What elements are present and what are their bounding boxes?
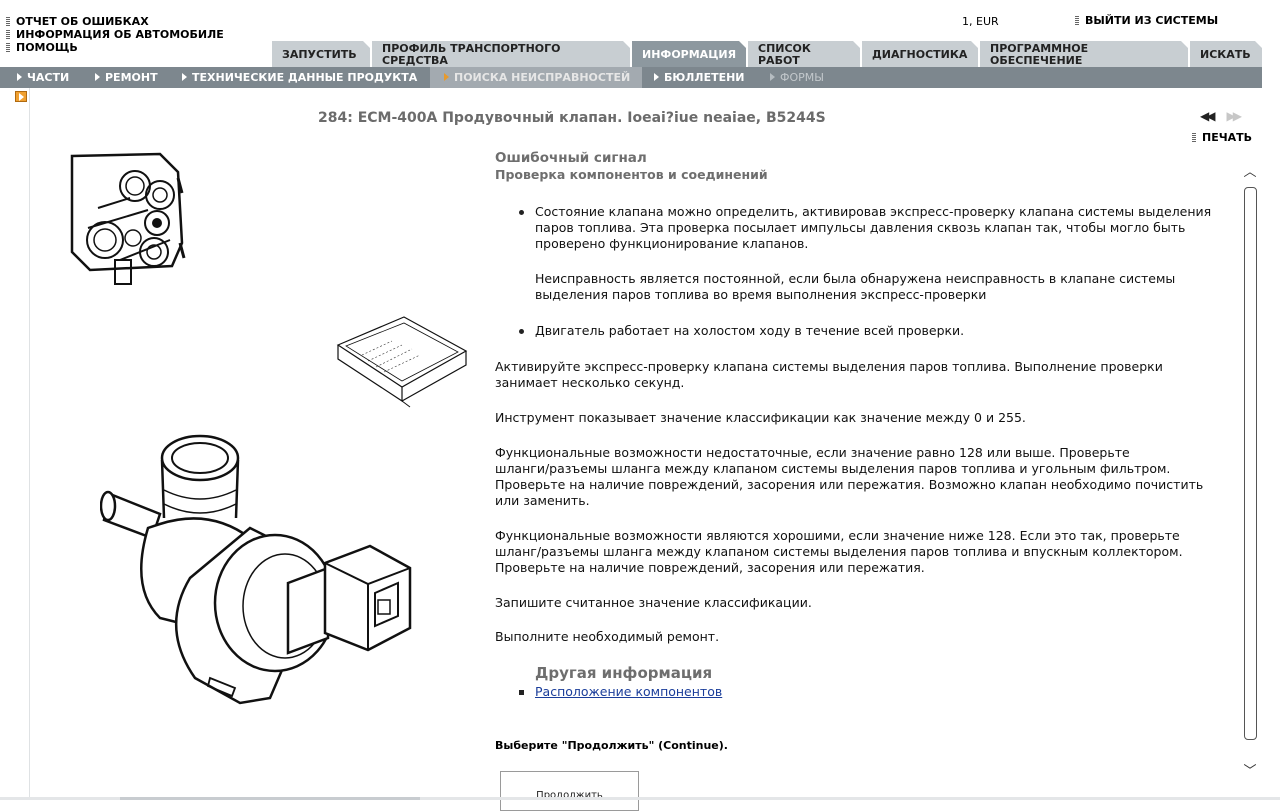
print-label: ПЕЧАТЬ [1202,131,1253,144]
subnav-repair[interactable]: РЕМОНТ [95,67,158,88]
continue-button[interactable]: Продолжить [500,771,639,811]
scroll-up-icon[interactable]: ︿ [1242,166,1258,180]
text-line: шланг/разъемы шланга между клапаном сист… [495,544,1183,559]
currency-indicator: 1, EUR [962,15,999,28]
left-panel-strip [0,88,30,800]
tab-vehicle-profile[interactable]: ПРОФИЛЬ ТРАНСПОРТНОГО СРЕДСТВА [372,41,631,67]
section-heading: Ошибочный сигнал [495,150,647,166]
bullet-item-2: Двигатель работает на холостом ходу в те… [535,323,965,338]
text-line: Состояние клапана можно определить, акти… [535,204,1212,219]
arrow-right-icon [654,73,659,81]
tab-work-list[interactable]: СПИСОК РАБОТ [748,41,861,67]
subnav-label: ЧАСТИ [27,71,70,84]
square-bullet-icon [519,690,524,695]
grip-icon [6,43,10,52]
document-title: 284: ECM-400A Продувочный клапан. Ioeai?… [318,110,826,126]
expand-panel-icon[interactable] [15,91,27,102]
doc-pagination: ◀◀ ▶▶ [1200,109,1242,123]
grip-icon [1075,16,1079,25]
tab-search[interactable]: ИСКАТЬ [1190,41,1263,67]
subnav-tech-data[interactable]: ТЕХНИЧЕСКИЕ ДАННЫЕ ПРОДУКТА [182,67,417,88]
grip-icon [6,17,10,26]
subnav-bulletins[interactable]: БЮЛЛЕТЕНИ [654,67,745,88]
subnav-label: ФОРМЫ [780,71,824,84]
arrow-right-icon [17,73,22,81]
paragraph-4: Функциональные возможности являются хоро… [495,528,1183,576]
tab-label: ПРОФИЛЬ ТРАНСПОРТНОГО СРЕДСТВА [382,41,561,67]
arrow-right-icon [182,73,187,81]
tab-label: ДИАГНОСТИКА [872,47,968,61]
help-label[interactable]: ПОМОЩЬ [16,41,78,54]
bullet-icon [519,329,524,334]
text-line: проверено функционирование клапанов. [535,236,809,251]
logout-label[interactable]: ВЫЙТИ ИЗ СИСТЕМЫ [1085,14,1218,27]
vehicle-info-label[interactable]: ИНФОРМАЦИЯ ОБ АВТОМОБИЛЕ [16,28,224,41]
vehicle-info-link[interactable]: ИНФОРМАЦИЯ ОБ АВТОМОБИЛЕ [6,28,224,41]
main-tabs: ЗАПУСТИТЬ ПРОФИЛЬ ТРАНСПОРТНОГО СРЕДСТВА… [272,41,1263,67]
text-line: Функциональные возможности являются хоро… [495,528,1180,543]
top-bar: ОТЧЕТ ОБ ОШИБКАХ ИНФОРМАЦИЯ ОБ АВТОМОБИЛ… [0,0,1280,67]
text-line: Неисправность является постоянной, если … [535,271,1176,286]
text-line: шланги/разъемы шланга между клапаном сис… [495,461,1171,476]
text-line: Активируйте экспресс-проверку клапана си… [495,359,1163,374]
engine-diagram-image [70,152,186,285]
tab-label: ПРОГРАММНОЕ ОБЕСПЕЧЕНИЕ [990,41,1089,67]
arrow-right-icon [444,73,449,81]
tab-diagnostics[interactable]: ДИАГНОСТИКА [862,41,979,67]
text-line: Проверьте на наличие повреждений, засоре… [495,560,925,575]
component-location-link[interactable]: Расположение компонентов [535,684,722,700]
continue-prompt: Выберите "Продолжить" (Continue). [495,739,728,752]
subnav-label: ТЕХНИЧЕСКИЕ ДАННЫЕ ПРОДУКТА [192,71,418,84]
help-link[interactable]: ПОМОЩЬ [6,41,224,54]
error-report-link[interactable]: ОТЧЕТ ОБ ОШИБКАХ [6,15,224,28]
sub-nav: ЧАСТИ РЕМОНТ ТЕХНИЧЕСКИЕ ДАННЫЕ ПРОДУКТА… [0,67,1262,88]
arrow-right-icon [770,73,775,81]
tab-label: СПИСОК РАБОТ [758,41,811,67]
text-line: Проверьте на наличие повреждений, засоре… [495,477,1204,492]
subnav-parts[interactable]: ЧАСТИ [17,67,69,88]
paragraph-1: Активируйте экспресс-проверку клапана си… [495,359,1163,391]
tab-label: ЗАПУСТИТЬ [282,47,357,61]
tab-start[interactable]: ЗАПУСТИТЬ [272,41,371,67]
text-line: выделения паров топлива во время выполне… [535,287,987,302]
content-scrollbar[interactable]: ︿ ﹀ [1240,162,1260,782]
control-module-image [336,316,468,408]
tab-label: ИНФОРМАЦИЯ [642,47,737,61]
grip-icon [1192,133,1196,142]
print-link[interactable]: ПЕЧАТЬ [1192,131,1252,144]
subnav-label: БЮЛЛЕТЕНИ [664,71,745,84]
subnav-label: ПОИСКА НЕИСПРАВНОСТЕЙ [454,71,631,84]
paragraph-5: Запишите считанное значение классификаци… [495,595,812,610]
tab-label: ИСКАТЬ [1200,47,1251,61]
subnav-troubleshooting[interactable]: ПОИСКА НЕИСПРАВНОСТЕЙ [430,67,643,88]
text-line: паров топлива. Эта проверка посылает имп… [535,220,1186,235]
scroll-down-icon[interactable]: ﹀ [1242,765,1258,779]
text-line: занимает несколько секунд. [495,375,685,390]
other-info-heading: Другая информация [535,664,713,682]
tab-information[interactable]: ИНФОРМАЦИЯ [632,41,747,67]
scroll-thumb[interactable] [1244,187,1257,740]
subnav-label: РЕМОНТ [105,71,158,84]
arrow-right-icon [95,73,100,81]
paragraph-6: Выполните необходимый ремонт. [495,629,720,644]
document-content: Ошибочный сигнал Проверка компонентов и … [495,150,1240,183]
grip-icon [6,30,10,39]
tab-software[interactable]: ПРОГРАММНОЕ ОБЕСПЕЧЕНИЕ [980,41,1189,67]
text-line: или заменить. [495,493,590,508]
section-subheading: Проверка компонентов и соединений [495,167,768,182]
logout-link[interactable]: ВЫЙТИ ИЗ СИСТЕМЫ [1075,14,1218,27]
subnav-forms: ФОРМЫ [770,67,824,88]
paragraph-2: Инструмент показывает значение классифик… [495,410,1026,425]
error-report-label[interactable]: ОТЧЕТ ОБ ОШИБКАХ [16,15,149,28]
bullet-item-1: Состояние клапана можно определить, акти… [535,204,1211,303]
bullet-icon [519,210,524,215]
previous-page-icon[interactable]: ◀◀ [1200,109,1216,123]
purge-valve-image [100,434,412,705]
next-page-icon: ▶▶ [1226,109,1242,123]
text-line: Функциональные возможности недостаточные… [495,445,1130,460]
paragraph-3: Функциональные возможности недостаточные… [495,445,1203,509]
top-links: ОТЧЕТ ОБ ОШИБКАХ ИНФОРМАЦИЯ ОБ АВТОМОБИЛ… [6,15,224,54]
